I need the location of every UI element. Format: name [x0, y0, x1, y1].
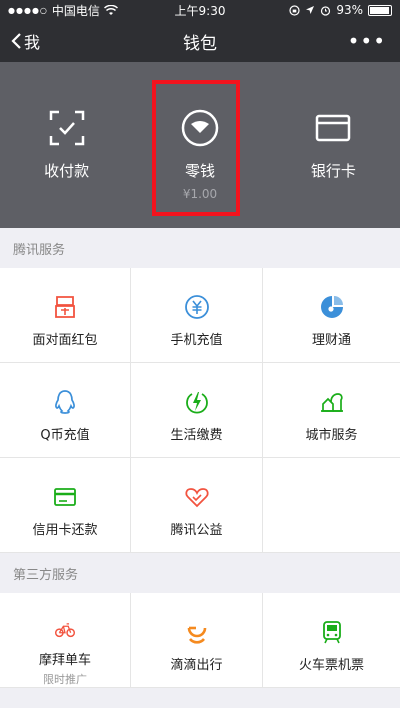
red-packet-icon: [55, 296, 75, 318]
didi-icon: [187, 626, 206, 644]
service-label: 面对面红包: [32, 333, 98, 348]
chevron-left-icon: [11, 33, 21, 49]
signal-dots-icon: ●●●●○: [8, 5, 48, 15]
highlight-annotation: [152, 80, 240, 216]
back-button[interactable]: 我: [10, 20, 40, 62]
service-label: 火车票机票: [298, 658, 364, 673]
page-title: 钱包: [183, 33, 217, 54]
service-label: 信用卡还款: [32, 523, 98, 538]
location-icon: [306, 6, 315, 14]
service-didi[interactable]: 滴滴出行: [131, 593, 263, 688]
third-party-services-grid: 摩拜单车 限时推广 滴滴出行 火车票机票: [0, 593, 400, 688]
service-red-packet[interactable]: 面对面红包: [0, 268, 131, 363]
battery-level: [370, 6, 389, 14]
service-train-ticket[interactable]: 火车票机票: [263, 593, 400, 688]
bank-card-icon: [316, 114, 351, 142]
hero-item-bank-card[interactable]: 银行卡: [267, 62, 400, 228]
back-label: 我: [24, 33, 41, 52]
promo-label: 限时推广: [43, 673, 87, 686]
hero-label-scan-pay: 收付款: [44, 162, 90, 180]
city-service-icon: [320, 393, 343, 412]
battery-percent: 93%: [336, 3, 363, 17]
bike-icon: [54, 623, 76, 638]
service-label: 城市服务: [305, 428, 358, 443]
alarm-icon: [321, 5, 331, 16]
service-credit-card[interactable]: 信用卡还款: [0, 458, 131, 553]
wifi-icon: [103, 4, 118, 15]
service-label: 腾讯公益: [170, 523, 223, 538]
hero-label-bank-card: 银行卡: [310, 162, 356, 180]
service-phone-recharge[interactable]: 手机充值: [131, 268, 263, 363]
service-label: 手机充值: [170, 333, 223, 348]
nav-bar: 我 钱包 •••: [0, 20, 400, 62]
section-header-tencent: 腾讯服务: [0, 228, 400, 268]
service-label: Q币充值: [40, 428, 90, 443]
wealth-icon: [320, 296, 343, 318]
tencent-services-grid: 面对面红包 手机充值 理财通 Q币充值 生活缴费 城市服务 信用卡还款 腾讯公益: [0, 268, 400, 553]
service-utility-bill[interactable]: 生活缴费: [131, 363, 263, 458]
carrier-name: 中国电信: [51, 3, 100, 18]
service-label: 理财通: [311, 333, 351, 348]
phone-recharge-icon: [184, 295, 209, 319]
service-qq-coin[interactable]: Q币充值: [0, 363, 131, 458]
empty-cell: [263, 458, 400, 553]
battery-icon: [368, 4, 392, 16]
service-charity[interactable]: 腾讯公益: [131, 458, 263, 553]
service-label: 生活缴费: [170, 428, 223, 443]
train-icon: [322, 621, 341, 644]
credit-card-icon: [54, 488, 76, 506]
status-bar: ●●●●○ 中国电信 上午9:30 93%: [0, 0, 400, 20]
qq-coin-icon: [55, 390, 75, 414]
service-label: 滴滴出行: [170, 658, 223, 673]
charity-heart-icon: [184, 488, 209, 508]
service-city[interactable]: 城市服务: [263, 363, 400, 458]
more-dots-icon: •••: [347, 29, 386, 53]
rotation-lock-icon: [289, 4, 300, 16]
service-label: 摩拜单车: [38, 653, 91, 668]
section-header-third-party: 第三方服务: [0, 553, 400, 593]
utility-bill-icon: [185, 392, 208, 414]
scan-pay-icon: [49, 110, 84, 146]
hero-item-scan-pay[interactable]: 收付款: [0, 62, 133, 228]
service-wealth[interactable]: 理财通: [263, 268, 400, 363]
service-mobike[interactable]: 摩拜单车 限时推广: [0, 593, 131, 688]
status-time: 上午9:30: [174, 3, 226, 18]
more-button[interactable]: •••: [348, 20, 386, 62]
